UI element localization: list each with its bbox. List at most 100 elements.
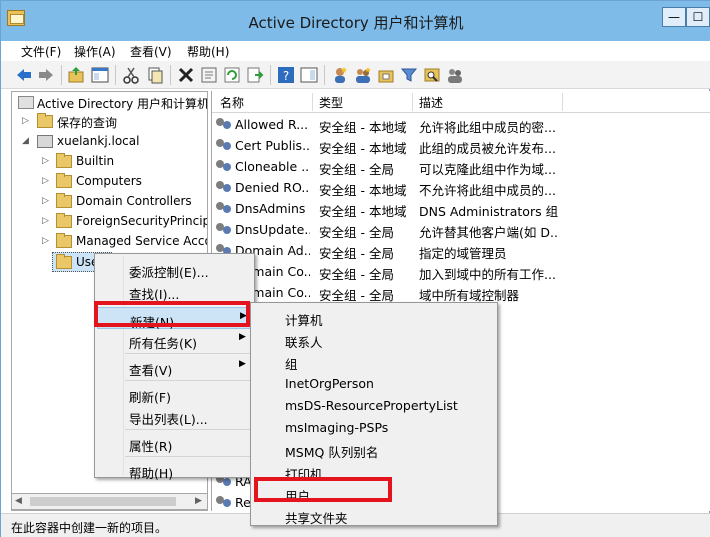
cell-description: 加入到域中的所有工作...	[419, 267, 556, 282]
new-submenu-item[interactable]: msDS-ResourcePropertyList	[253, 394, 495, 416]
column-type[interactable]: 类型	[319, 94, 343, 111]
expand-arrow-icon[interactable]: ▷	[42, 236, 49, 246]
up-folder-icon[interactable]	[67, 66, 85, 84]
cell-type: 安全组 - 本地域	[319, 120, 407, 135]
maximize-button[interactable]: ☐	[686, 7, 710, 27]
cell-description: 指定的域管理员	[419, 246, 507, 261]
highlight-box-user	[254, 477, 392, 502]
cell-description: 可以克隆此组中作为域...	[419, 162, 556, 177]
cell-type: 安全组 - 本地域	[319, 141, 407, 156]
folder-icon	[56, 254, 72, 269]
new-submenu-item[interactable]: 共享文件夹	[253, 504, 495, 526]
expand-arrow-icon[interactable]: ▷	[42, 156, 49, 166]
scroll-thumb[interactable]	[30, 497, 176, 506]
highlight-box-new	[94, 301, 250, 327]
cell-description: 允许替其他客户端(如 D...	[419, 225, 559, 240]
table-row[interactable]: Cert Publis... 安全组 - 本地域 此组的成员被允许发布...	[212, 135, 710, 156]
new-ou-icon[interactable]	[377, 66, 395, 84]
menu-help[interactable]: 帮助(H)	[187, 43, 229, 60]
column-description[interactable]: 描述	[419, 94, 443, 111]
filter-icon[interactable]	[400, 66, 418, 84]
cell-description: 允许将此组中成员的密...	[419, 120, 556, 135]
copy-icon[interactable]	[146, 66, 164, 84]
new-submenu-item[interactable]: 联系人	[253, 328, 495, 350]
context-menu-item[interactable]: 委派控制(E)...	[97, 258, 252, 280]
table-row[interactable]: DnsAdmins 安全组 - 本地域 DNS Administrators 组	[212, 198, 710, 219]
menu-view[interactable]: 查看(V)	[130, 43, 172, 60]
table-row[interactable]: Cloneable ... 安全组 - 全局 可以克隆此组中作为域...	[212, 156, 710, 177]
properties-icon[interactable]	[200, 66, 218, 84]
svg-text:?: ?	[283, 69, 289, 83]
cell-name: Cert Publis...	[235, 138, 310, 153]
scroll-left-icon[interactable]: ◀	[15, 496, 22, 506]
security-group-icon	[216, 117, 234, 132]
back-arrow-icon[interactable]	[15, 66, 33, 84]
new-user-icon[interactable]	[331, 66, 349, 84]
menu-bar: 文件(F) 操作(A) 查看(V) 帮助(H)	[1, 41, 710, 61]
menu-file[interactable]: 文件(F)	[21, 43, 61, 60]
forward-arrow-icon[interactable]	[37, 66, 55, 84]
expand-arrow-icon[interactable]: ▷	[42, 176, 49, 186]
expand-arrow-icon[interactable]: ▷	[42, 216, 49, 226]
cell-name: Denied RO...	[235, 180, 310, 195]
help-icon[interactable]: ?	[277, 66, 295, 84]
expand-arrow-icon[interactable]: ▷	[42, 196, 49, 206]
export-list-icon[interactable]	[246, 66, 264, 84]
cell-type: 安全组 - 全局	[319, 246, 394, 261]
folder-icon	[56, 153, 72, 168]
collapse-arrow-icon[interactable]: ◢	[22, 136, 29, 146]
table-row[interactable]: Denied RO... 安全组 - 本地域 不允许将此组中成员的...	[212, 177, 710, 198]
toolbar: ?	[1, 61, 710, 89]
cell-name: Cloneable ...	[235, 159, 310, 174]
find-icon[interactable]	[423, 66, 441, 84]
context-menu-item[interactable]: 帮助(H)	[97, 459, 252, 481]
cell-name: DnsAdmins	[235, 201, 306, 216]
table-row[interactable]: Domain Co... 安全组 - 全局 域中所有域控制器	[212, 282, 710, 303]
new-submenu-item[interactable]: msImaging-PSPs	[253, 416, 495, 438]
context-menu-item[interactable]: 查找(I)...	[97, 280, 252, 302]
new-submenu-item[interactable]: MSMQ 队列别名	[253, 438, 495, 460]
status-text: 在此容器中创建一新的项目。	[11, 521, 168, 535]
refresh-icon[interactable]	[223, 66, 241, 84]
new-submenu-item[interactable]: 计算机	[253, 306, 495, 328]
table-row[interactable]: Domain Co... 安全组 - 全局 加入到域中的所有工作...	[212, 261, 710, 282]
domain-icon	[37, 135, 53, 148]
tree-item-root[interactable]: Active Directory 用户和计算机	[12, 93, 207, 113]
window-title: Active Directory 用户和计算机	[248, 14, 464, 32]
console-tree-icon[interactable]	[91, 66, 109, 84]
tree-horizontal-scrollbar[interactable]: ◀ ▶	[11, 493, 208, 510]
folder-icon	[37, 113, 53, 128]
column-name[interactable]: 名称	[220, 94, 244, 111]
cut-icon[interactable]	[122, 66, 140, 84]
show-pane-icon[interactable]	[300, 66, 318, 84]
new-submenu-item[interactable]: 组	[253, 350, 495, 372]
folder-icon	[56, 173, 72, 188]
new-submenu-item[interactable]: InetOrgPerson	[253, 372, 495, 394]
context-menu-item[interactable]: 导出列表(L)...	[97, 405, 252, 427]
context-menu-item[interactable]: 属性(R)	[97, 432, 252, 454]
cell-description: 此组的成员被允许发布...	[419, 141, 556, 156]
table-row[interactable]: DnsUpdate... 安全组 - 全局 允许替其他客户端(如 D...	[212, 219, 710, 240]
add-to-group-icon[interactable]	[446, 66, 464, 84]
delete-icon[interactable]	[177, 66, 195, 84]
cell-type: 安全组 - 全局	[319, 225, 394, 240]
table-row[interactable]: Domain Ad... 安全组 - 全局 指定的域管理员	[212, 240, 710, 261]
menu-action[interactable]: 操作(A)	[74, 43, 116, 60]
context-menu-item[interactable]: 所有任务(K) ▶	[97, 329, 252, 351]
minimize-button[interactable]: —	[662, 7, 686, 27]
security-group-icon	[216, 159, 234, 174]
cell-name: DnsUpdate...	[235, 222, 310, 237]
cell-type: 安全组 - 本地域	[319, 183, 407, 198]
title-bar[interactable]: Active Directory 用户和计算机 — ☐	[1, 1, 710, 41]
cell-description: 不允许将此组中成员的...	[419, 183, 556, 198]
new-group-icon[interactable]	[354, 66, 372, 84]
cell-type: 安全组 - 本地域	[319, 204, 407, 219]
scroll-right-icon[interactable]: ▶	[195, 496, 202, 506]
expand-arrow-icon[interactable]: ▷	[22, 116, 29, 126]
context-menu-item[interactable]: 查看(V) ▶	[97, 356, 252, 378]
list-header: 名称 类型 描述	[212, 91, 710, 113]
context-menu-item[interactable]: 刷新(F)	[97, 383, 252, 405]
folder-icon	[56, 233, 72, 248]
table-row[interactable]: Allowed R... 安全组 - 本地域 允许将此组中成员的密...	[212, 114, 710, 135]
cell-type: 安全组 - 全局	[319, 267, 394, 282]
